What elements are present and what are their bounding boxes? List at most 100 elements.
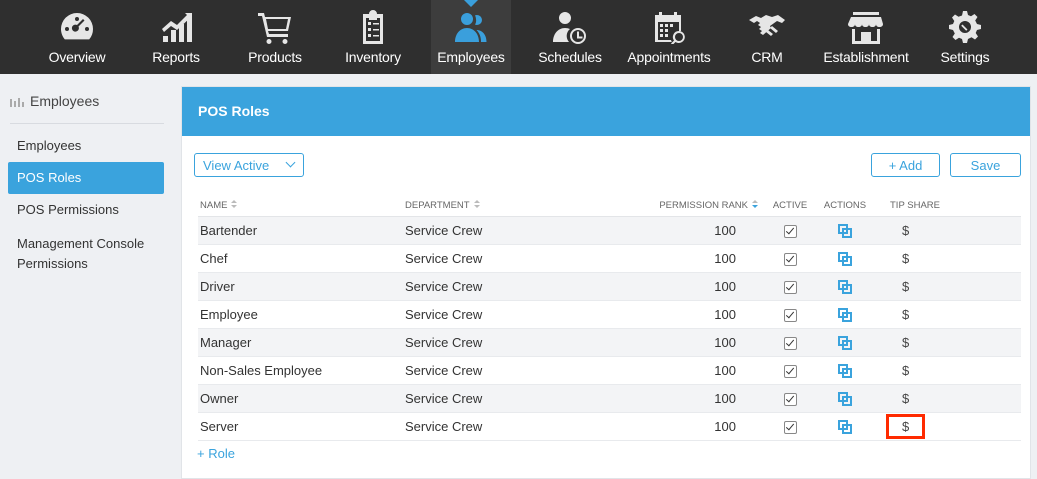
active-checkbox[interactable]	[783, 393, 797, 407]
role-department: Service Crew	[405, 216, 645, 245]
copy-icon[interactable]	[838, 392, 852, 407]
tip-share-icon[interactable]: $	[902, 391, 909, 406]
role-name: Driver	[198, 272, 405, 301]
roles-table: NAME DEPARTMENT PERMISSION RANK ACTIVE A…	[198, 194, 1021, 441]
role-department: Service Crew	[405, 272, 645, 301]
role-department: Service Crew	[405, 412, 645, 441]
table-row: Chef Service Crew 100 $	[198, 244, 1021, 273]
tip-share-icon[interactable]: $	[902, 279, 909, 294]
active-checkbox[interactable]	[783, 281, 797, 295]
chevron-down-icon	[285, 157, 296, 168]
people-icon	[452, 10, 490, 44]
table-row: Non-Sales Employee Service Crew 100 $	[198, 356, 1021, 385]
tip-share-icon[interactable]: $	[902, 307, 909, 322]
table-row: Bartender Service Crew 100 $	[198, 216, 1021, 245]
table-row: Server Service Crew 100 $	[198, 412, 1021, 441]
role-name: Server	[198, 412, 405, 441]
nav-appointments[interactable]: Appointments	[626, 0, 712, 74]
active-checkbox[interactable]	[783, 337, 797, 351]
sidebar-item-pos-roles[interactable]: POS Roles	[8, 162, 164, 194]
gear-icon	[946, 10, 984, 44]
nav-settings[interactable]: Settings	[936, 0, 994, 74]
tip-share-icon[interactable]: $	[902, 251, 909, 266]
nav-schedules[interactable]: Schedules	[535, 0, 605, 74]
role-department: Service Crew	[405, 300, 645, 329]
header-active: ACTIVE	[766, 194, 814, 217]
copy-icon[interactable]	[838, 364, 852, 379]
view-filter-label: View Active	[203, 158, 270, 173]
nav-employees[interactable]: Employees	[431, 0, 511, 74]
sidebar-item-employees[interactable]: Employees	[8, 136, 164, 156]
tip-share-icon[interactable]: $	[902, 223, 909, 238]
copy-icon[interactable]	[838, 420, 852, 435]
nav-establishment[interactable]: Establishment	[823, 0, 909, 74]
role-department: Service Crew	[405, 244, 645, 273]
role-name: Chef	[198, 244, 405, 273]
sort-desc-icon	[752, 200, 758, 209]
chart-icon	[157, 10, 195, 44]
nav-reports[interactable]: Reports	[148, 0, 204, 74]
sort-icon	[231, 200, 238, 209]
active-caret	[464, 0, 478, 7]
handshake-icon	[748, 10, 786, 44]
sidebar-title: Employees	[10, 93, 99, 110]
role-permission-rank: 100	[645, 300, 766, 329]
tip-share-icon[interactable]: $	[885, 414, 926, 439]
sidebar-item-management-console-permissions[interactable]: Management Console Permissions	[8, 234, 164, 274]
copy-icon[interactable]	[838, 308, 852, 323]
panel-title: POS Roles	[182, 87, 1030, 136]
calendar-icon	[650, 10, 688, 45]
header-actions: ACTIONS	[814, 194, 876, 217]
copy-icon[interactable]	[838, 280, 852, 295]
tip-share-icon[interactable]: $	[902, 363, 909, 378]
active-checkbox[interactable]	[783, 309, 797, 323]
table-row: Owner Service Crew 100 $	[198, 384, 1021, 413]
copy-icon[interactable]	[838, 224, 852, 239]
table-row: Driver Service Crew 100 $	[198, 272, 1021, 301]
role-department: Service Crew	[405, 356, 645, 385]
sidebar-item-pos-permissions[interactable]: POS Permissions	[8, 200, 164, 220]
header-department[interactable]: DEPARTMENT	[405, 194, 645, 217]
sort-icon	[473, 200, 480, 209]
nav-inventory[interactable]: Inventory	[341, 0, 405, 74]
nav-products[interactable]: Products	[243, 0, 307, 74]
tip-share-icon[interactable]: $	[902, 335, 909, 350]
role-department: Service Crew	[405, 384, 645, 413]
active-checkbox[interactable]	[783, 421, 797, 435]
header-permission-rank[interactable]: PERMISSION RANK	[645, 194, 766, 217]
save-button[interactable]: Save	[950, 153, 1021, 177]
copy-icon[interactable]	[838, 252, 852, 267]
header-name[interactable]: NAME	[198, 194, 405, 217]
active-checkbox[interactable]	[783, 365, 797, 379]
clipboard-icon	[354, 10, 392, 44]
role-permission-rank: 100	[645, 384, 766, 413]
active-checkbox[interactable]	[783, 225, 797, 239]
role-name: Owner	[198, 384, 405, 413]
role-name: Employee	[198, 300, 405, 329]
nav-crm[interactable]: CRM	[745, 0, 789, 74]
role-name: Manager	[198, 328, 405, 357]
cart-icon	[256, 10, 294, 44]
role-permission-rank: 100	[645, 412, 766, 441]
bar-chart-icon	[10, 94, 24, 110]
role-name: Bartender	[198, 216, 405, 245]
role-permission-rank: 100	[645, 244, 766, 273]
speedometer-icon	[58, 10, 96, 44]
person-clock-icon	[551, 10, 589, 44]
top-navigation: Overview Reports Products Inventory Empl…	[0, 0, 1037, 74]
add-role-link[interactable]: + Role	[197, 446, 235, 461]
add-button[interactable]: + Add	[871, 153, 940, 177]
role-permission-rank: 100	[645, 272, 766, 301]
copy-icon[interactable]	[838, 336, 852, 351]
active-checkbox[interactable]	[783, 253, 797, 267]
role-permission-rank: 100	[645, 328, 766, 357]
role-permission-rank: 100	[645, 216, 766, 245]
nav-overview[interactable]: Overview	[44, 0, 110, 74]
store-icon	[847, 10, 885, 44]
role-name: Non-Sales Employee	[198, 356, 405, 385]
sidebar-divider	[10, 123, 164, 124]
view-filter-dropdown[interactable]: View Active	[194, 153, 304, 177]
table-row: Employee Service Crew 100 $	[198, 300, 1021, 329]
sidebar: Employees Employees POS Roles POS Permis…	[0, 74, 180, 479]
table-row: Manager Service Crew 100 $	[198, 328, 1021, 357]
